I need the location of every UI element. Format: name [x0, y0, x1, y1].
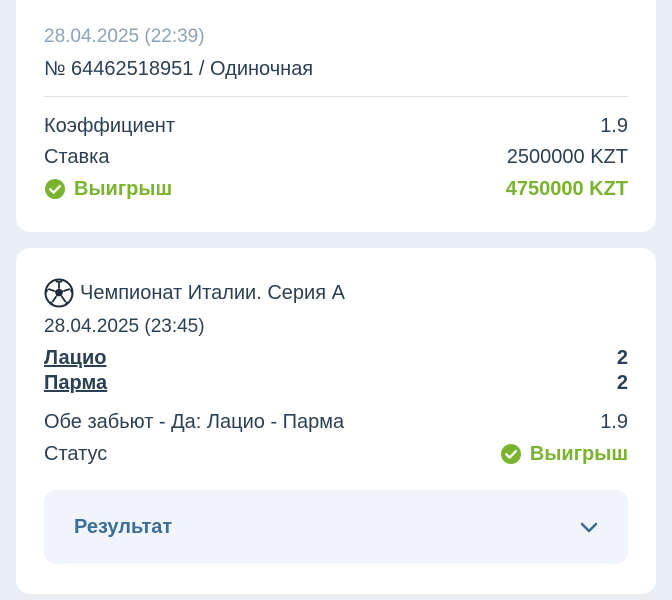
win-value: 4750000 KZT [505, 177, 628, 200]
stake-row: Ставка 2500000 KZT [44, 143, 628, 171]
coefficient-label: Коэффициент [44, 114, 176, 137]
team-name-home[interactable]: Лацио [44, 347, 106, 370]
status-label: Статус [44, 442, 108, 465]
league-row: Чемпионат Италии. Серия А [44, 278, 345, 308]
event-datetime: 28.04.2025 (23:45) [44, 316, 205, 337]
market-row: Обе забьют - Да: Лацио - Парма 1.9 [44, 408, 628, 436]
team-name-away[interactable]: Парма [44, 372, 107, 395]
team-row[interactable]: Парма 2 [44, 369, 628, 397]
status-row: Статус Выигрыш [44, 440, 628, 468]
check-circle-icon [500, 443, 522, 465]
chevron-down-icon[interactable] [578, 516, 600, 538]
event-card: Чемпионат Италии. Серия А 28.04.2025 (23… [16, 248, 656, 594]
coefficient-value: 1.9 [600, 114, 628, 137]
soccer-ball-icon [44, 278, 74, 308]
stake-label: Ставка [44, 145, 110, 168]
win-row: Выигрыш 4750000 KZT [44, 175, 628, 203]
check-circle-icon [44, 178, 66, 200]
market-odds: 1.9 [600, 410, 628, 433]
status-value-group: Выигрыш [500, 443, 628, 466]
coefficient-row: Коэффициент 1.9 [44, 112, 628, 140]
bet-number: № 64462518951 / Одиночная [44, 58, 314, 80]
win-label-group: Выигрыш [44, 178, 172, 201]
bet-summary-card: 28.04.2025 (22:39) № 64462518951 / Одино… [16, 0, 656, 232]
bet-datetime: 28.04.2025 (22:39) [44, 26, 205, 47]
team-score-home: 2 [616, 346, 628, 369]
market-label: Обе забьют - Да: Лацио - Парма [44, 410, 345, 433]
status-value: Выигрыш [529, 442, 628, 465]
result-label: Результат [74, 515, 173, 538]
team-row[interactable]: Лацио 2 [44, 344, 628, 372]
team-score-away: 2 [616, 371, 628, 394]
stake-value: 2500000 KZT [506, 145, 628, 168]
result-accordion[interactable]: Результат [44, 490, 628, 564]
league-name: Чемпионат Италии. Серия А [80, 281, 345, 304]
win-label: Выигрыш [74, 177, 173, 200]
divider [44, 96, 628, 97]
